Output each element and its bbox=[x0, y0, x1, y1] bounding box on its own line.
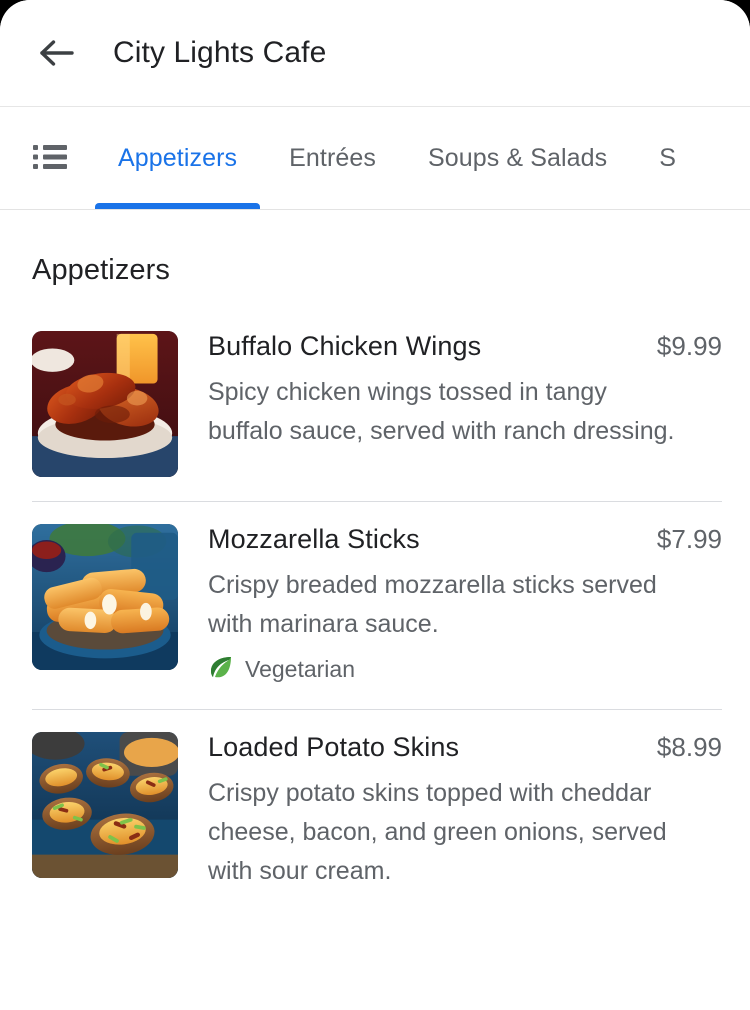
menu-item[interactable]: Loaded Potato Skins $8.99 Crispy potato … bbox=[0, 710, 750, 891]
menu-item-image bbox=[32, 331, 178, 477]
menu-item-price: $9.99 bbox=[656, 331, 722, 361]
menu-item-price: $8.99 bbox=[656, 732, 722, 762]
menu-item[interactable]: Buffalo Chicken Wings $9.99 Spicy chicke… bbox=[0, 309, 750, 477]
list-view-button[interactable] bbox=[22, 130, 78, 186]
menu-item-image bbox=[32, 524, 178, 670]
category-tabbar: Appetizers Entrées Soups & Salads S bbox=[0, 107, 750, 210]
menu-item-header: Loaded Potato Skins $8.99 bbox=[208, 732, 722, 763]
tab-partial-next[interactable]: S bbox=[633, 107, 702, 209]
tab-appetizers[interactable]: Appetizers bbox=[92, 107, 263, 209]
app-screen: City Lights Cafe Appetizers Entrées Soup… bbox=[0, 0, 750, 1010]
menu-item-body: Loaded Potato Skins $8.99 Crispy potato … bbox=[178, 732, 722, 891]
menu-item-price: $7.99 bbox=[656, 524, 722, 554]
menu-item-description: Crispy potato skins topped with cheddar … bbox=[208, 779, 667, 885]
app-header: City Lights Cafe bbox=[0, 0, 750, 107]
tab-soups-and-salads[interactable]: Soups & Salads bbox=[402, 107, 633, 209]
leaf-icon bbox=[208, 654, 234, 685]
dietary-tag-label: Vegetarian bbox=[245, 656, 355, 682]
menu-item-header: Mozzarella Sticks $7.99 bbox=[208, 524, 722, 555]
menu-item-body: Buffalo Chicken Wings $9.99 Spicy chicke… bbox=[178, 331, 722, 477]
menu-item-list: Buffalo Chicken Wings $9.99 Spicy chicke… bbox=[0, 287, 750, 891]
menu-item-name: Loaded Potato Skins bbox=[208, 732, 460, 762]
menu-item-name: Mozzarella Sticks bbox=[208, 524, 420, 554]
dietary-tag: Vegetarian bbox=[208, 654, 722, 685]
tabs-scroll-container[interactable]: Appetizers Entrées Soups & Salads S bbox=[92, 107, 702, 209]
menu-item-image bbox=[32, 732, 178, 878]
menu-item-description: Crispy breaded mozzarella sticks served … bbox=[208, 571, 657, 638]
menu-item-description: Spicy chicken wings tossed in tangy buff… bbox=[208, 378, 675, 445]
page-title: City Lights Cafe bbox=[113, 36, 327, 69]
arrow-left-icon bbox=[38, 38, 74, 68]
section-heading: Appetizers bbox=[32, 254, 171, 286]
menu-item-header: Buffalo Chicken Wings $9.99 bbox=[208, 331, 722, 362]
tab-entrees[interactable]: Entrées bbox=[263, 107, 402, 209]
menu-item-body: Mozzarella Sticks $7.99 Crispy breaded m… bbox=[178, 524, 722, 685]
back-button[interactable] bbox=[30, 27, 82, 79]
menu-item-name: Buffalo Chicken Wings bbox=[208, 331, 482, 361]
list-view-icon bbox=[33, 144, 67, 173]
menu-item[interactable]: Mozzarella Sticks $7.99 Crispy breaded m… bbox=[0, 502, 750, 685]
